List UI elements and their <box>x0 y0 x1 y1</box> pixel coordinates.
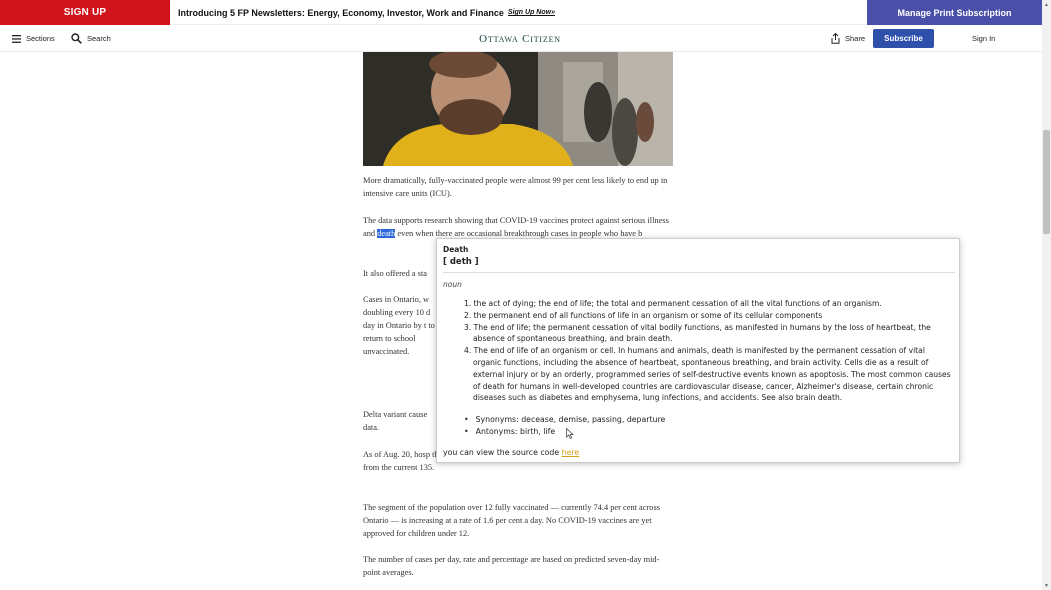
promo-bar: SIGN UP Introducing 5 FP Newsletters: En… <box>0 0 1051 25</box>
article-paragraph: Cases in Ontario, w doubling every 10 d … <box>363 295 435 356</box>
share-label: Share <box>845 34 866 43</box>
signup-button[interactable]: SIGN UP <box>0 0 170 25</box>
popup-phonetic: [ deth ] <box>443 257 479 267</box>
definition-popup[interactable]: Death [ deth ] noun 1. the act of dying;… <box>436 238 960 463</box>
article-paragraph: The data supports research showing that … <box>363 214 675 240</box>
subscribe-button[interactable]: Subscribe <box>873 29 934 48</box>
antonyms-item: Antonyms: birth, life <box>464 426 665 438</box>
site-logo[interactable]: Ottawa Citizen <box>460 25 580 52</box>
synonyms-item: Synonyms: decease, demise, passing, depa… <box>464 414 666 426</box>
sections-menu-button[interactable]: Sections <box>12 25 55 52</box>
site-nav: Sections Search Ottawa Citizen Share Sub… <box>0 25 1042 52</box>
source-text: you can view the source code <box>443 448 562 457</box>
article-video[interactable] <box>363 52 673 166</box>
promo-signup-link[interactable]: Sign Up Now» <box>508 9 555 16</box>
popup-word: Death <box>443 245 469 254</box>
sign-in-button[interactable]: Sign In <box>972 25 995 52</box>
definition-item: 3. The end of life; the permanent cessat… <box>464 322 931 344</box>
selected-word[interactable]: death <box>377 229 396 238</box>
scroll-down-icon[interactable]: ▼ <box>1042 581 1051 590</box>
share-button[interactable]: Share <box>831 25 865 52</box>
article-paragraph: The segment of the population over 12 fu… <box>363 503 660 538</box>
hamburger-icon <box>12 34 21 43</box>
article-paragraph: It also offered a sta <box>363 269 428 278</box>
article-paragraph: More dramatically, fully-vaccinated peop… <box>363 176 668 198</box>
search-button[interactable]: Search <box>71 25 111 52</box>
paragraph-text: even when there are occasional breakthro… <box>395 229 643 238</box>
synonym-list: Synonyms: decease, demise, passing, depa… <box>464 414 666 438</box>
page-scrollbar[interactable]: ▲ ▼ <box>1042 0 1051 590</box>
share-icon <box>831 33 840 44</box>
source-link[interactable]: here <box>562 448 580 457</box>
definition-item: 2. the permanent end of all functions of… <box>464 310 823 320</box>
search-icon <box>71 33 82 44</box>
manage-print-subscription-button[interactable]: Manage Print Subscription <box>867 0 1042 25</box>
definition-item: 1. the act of dying; the end of life; th… <box>464 299 882 308</box>
scroll-up-icon[interactable]: ▲ <box>1042 0 1051 9</box>
scroll-thumb[interactable] <box>1043 130 1050 234</box>
article-paragraph: Delta variant cause data. <box>363 410 428 432</box>
search-label: Search <box>87 34 111 43</box>
sections-label: Sections <box>26 34 55 43</box>
promo-text: Introducing 5 FP Newsletters: Energy, Ec… <box>178 0 555 25</box>
promo-message: Introducing 5 FP Newsletters: Energy, Ec… <box>178 7 504 18</box>
definition-list: 1. the act of dying; the end of life; th… <box>459 298 953 404</box>
popup-divider <box>443 272 955 273</box>
popup-part-of-speech: noun <box>443 280 462 289</box>
mouse-cursor-icon <box>566 426 574 444</box>
article-paragraph: The number of cases per day, rate and pe… <box>363 555 660 577</box>
definition-item: 4. The end of life of an organism or cel… <box>464 346 951 403</box>
popup-source-line: you can view the source code here <box>443 448 579 457</box>
